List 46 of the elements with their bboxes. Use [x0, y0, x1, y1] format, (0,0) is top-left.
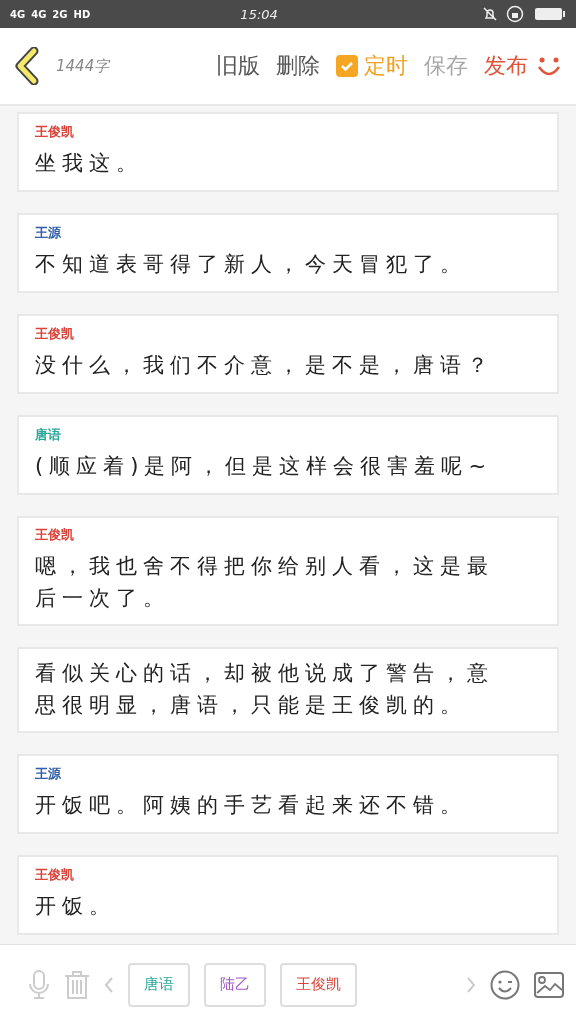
- image-icon[interactable]: [534, 971, 564, 998]
- mute-icon: [482, 6, 498, 22]
- chevron-right-icon[interactable]: [466, 975, 476, 994]
- checkbox[interactable]: [336, 55, 358, 77]
- message-card[interactable]: 看似关心的话，却被他说成了警告，意思很明显，唐语，只能是王俊凯的。: [17, 647, 559, 733]
- clock-time: 15:04: [239, 6, 279, 22]
- speaker-name: 王源: [35, 765, 61, 783]
- message-card[interactable]: 王源 不知道表哥得了新人，今天冒犯了。: [17, 213, 559, 293]
- character-chip[interactable]: 陆乙: [204, 962, 266, 1007]
- speaker-name: 王俊凯: [35, 866, 74, 884]
- message-card[interactable]: 王俊凯 开饭。: [17, 855, 559, 935]
- message-text: 开饭吧。阿姨的手艺看起来还不错。: [35, 792, 468, 819]
- chevron-left-icon[interactable]: [104, 975, 114, 994]
- toolbar-button[interactable]: 删除: [276, 51, 320, 81]
- speaker-name: 王俊凯: [35, 325, 74, 343]
- network-label: 2G: [52, 8, 68, 20]
- message-card[interactable]: 王俊凯 嗯，我也舍不得把你给别人看，这是最后一次了。: [17, 516, 559, 626]
- message-text: (顺应着)是阿，但是这样会很害羞呢~: [35, 453, 493, 480]
- speaker-name: 王俊凯: [35, 526, 74, 544]
- message-text: 看似关心的话，却被他说成了警告，意思很明显，唐语，只能是王俊凯的。: [35, 660, 495, 719]
- character-chip[interactable]: 王俊凯: [280, 962, 357, 1007]
- message-card[interactable]: 唐语 (顺应着)是阿，但是这样会很害羞呢~: [17, 415, 559, 495]
- message-text: 坐我这。: [35, 150, 144, 177]
- emoji-icon[interactable]: [490, 969, 520, 1000]
- message-text: 不知道表哥得了新人，今天冒犯了。: [35, 251, 468, 278]
- speaker-name: 王源: [35, 224, 61, 242]
- back-icon[interactable]: [14, 47, 40, 85]
- microphone-icon[interactable]: [28, 969, 50, 1000]
- checkmark-icon: [340, 59, 354, 73]
- speaker-name: 唐语: [35, 426, 61, 444]
- network-label: 4G: [31, 8, 47, 20]
- network-label: 4G: [10, 8, 26, 20]
- message-card[interactable]: 王源 开饭吧。阿姨的手艺看起来还不错。: [17, 754, 559, 834]
- toolbar-button[interactable]: 发布: [484, 51, 528, 81]
- message-text: 嗯，我也舍不得把你给别人看，这是最后一次了。: [35, 553, 495, 612]
- trash-icon[interactable]: [64, 969, 90, 1000]
- word-count: 1444字: [56, 56, 112, 76]
- battery-icon: [534, 7, 566, 21]
- toolbar-button[interactable]: 旧版: [216, 51, 260, 81]
- speaker-name: 王俊凯: [35, 123, 74, 141]
- message-card[interactable]: 王俊凯 没什么，我们不介意，是不是，唐语？: [17, 314, 559, 394]
- network-label: HD: [73, 8, 91, 20]
- message-text: 没什么，我们不介意，是不是，唐语？: [35, 352, 495, 379]
- rotation-lock-icon: [506, 5, 524, 23]
- message-card[interactable]: 王俊凯 坐我这。: [17, 112, 559, 192]
- message-text: 开饭。: [35, 893, 117, 920]
